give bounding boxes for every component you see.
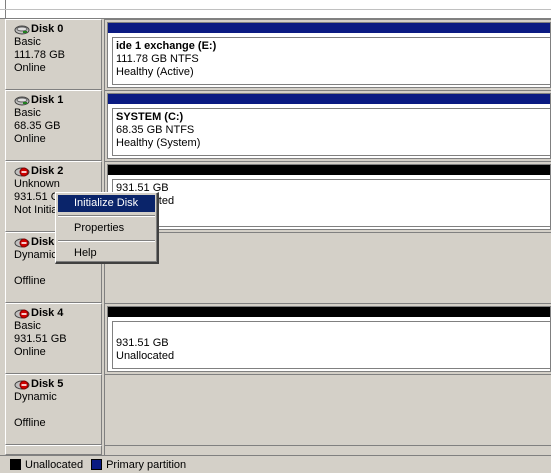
disk-error-icon: [14, 379, 30, 391]
partition-area: 931.51 GB Unallocated: [104, 303, 551, 374]
legend-item-primary: Primary partition: [91, 459, 186, 471]
disk-row-partial: [5, 445, 551, 455]
volume-info: SYSTEM (C:) 68.35 GB NTFS Healthy (Syste…: [112, 108, 550, 156]
disk-size: 68.35 GB: [14, 120, 61, 132]
volume-size: 68.35 GB NTFS: [116, 124, 195, 136]
volume-info: ide 1 exchange (E:) 111.78 GB NTFS Healt…: [112, 37, 550, 85]
legend-swatch: [91, 459, 103, 470]
disk-size: 111.78 GB: [14, 49, 65, 61]
disk-type: Basic: [14, 36, 41, 48]
primary-partition-band: [108, 23, 550, 33]
volume-health: Healthy (Active): [116, 66, 194, 78]
volume-size: 931.51 GB: [116, 337, 169, 349]
disk-label-5[interactable]: Disk 5 Dynamic Offline: [5, 374, 102, 445]
partition-area: [104, 445, 551, 455]
disk-row-4[interactable]: Disk 4 Basic 931.51 GB Online 931.51 GB …: [5, 303, 551, 374]
volume-health: Unallocated: [116, 350, 175, 362]
disk-label-0[interactable]: Disk 0 Basic 111.78 GB Online: [5, 19, 102, 90]
disk-label-partial: [5, 445, 102, 455]
disk-row-1[interactable]: Disk 1 Basic 68.35 GB Online SYSTEM (C:)…: [5, 90, 551, 161]
disk-status: Offline: [14, 275, 46, 287]
disk-status: Online: [14, 62, 46, 74]
disk-name: Disk 5: [14, 378, 101, 391]
disk-icon: [14, 24, 30, 36]
menu-item-properties[interactable]: Properties: [58, 220, 155, 237]
divider: [0, 9, 551, 10]
volume-block[interactable]: SYSTEM (C:) 68.35 GB NTFS Healthy (Syste…: [107, 93, 551, 159]
volume-health: Healthy (System): [116, 137, 201, 149]
disk-label-1[interactable]: Disk 1 Basic 68.35 GB Online: [5, 90, 102, 161]
disk-name: Disk 4: [14, 307, 101, 320]
volume-info: 931.51 GB Unallocated: [112, 321, 550, 369]
partition-area: ide 1 exchange (E:) 111.78 GB NTFS Healt…: [104, 19, 551, 90]
volume-name: ide 1 exchange (E:): [116, 40, 217, 52]
volume-block[interactable]: ide 1 exchange (E:) 111.78 GB NTFS Healt…: [107, 22, 551, 88]
partition-area: [104, 232, 551, 303]
volume-block[interactable]: 931.51 GB Unallocated: [107, 164, 551, 230]
disk-name: Disk 1: [14, 94, 101, 107]
partition-area: [104, 374, 551, 445]
disk-type: Basic: [14, 320, 41, 332]
partition-area: 931.51 GB Unallocated: [104, 161, 551, 232]
unallocated-band: [108, 307, 550, 317]
disk-status: Online: [14, 346, 46, 358]
disk-error-icon: [14, 237, 30, 249]
partition-area: SYSTEM (C:) 68.35 GB NTFS Healthy (Syste…: [104, 90, 551, 161]
disk-type: Unknown: [14, 178, 60, 190]
menu-separator: [58, 240, 155, 242]
disk-icon: [14, 95, 30, 107]
primary-partition-band: [108, 94, 550, 104]
disk-name: Disk 0: [14, 23, 101, 36]
top-strip: [0, 0, 551, 19]
disk-error-icon: [14, 166, 30, 178]
unallocated-band: [108, 165, 550, 175]
disk-type: Dynamic: [14, 391, 57, 403]
disk-status: Offline: [14, 417, 46, 429]
disk-error-icon: [14, 308, 30, 320]
disk-status: Online: [14, 133, 46, 145]
menu-item-initialize-disk[interactable]: Initialize Disk: [58, 195, 155, 212]
volume-info: 931.51 GB Unallocated: [112, 179, 550, 227]
context-menu: Initialize Disk Properties Help: [55, 192, 159, 264]
menu-item-help[interactable]: Help: [58, 245, 155, 262]
volume-name: SYSTEM (C:): [116, 111, 184, 123]
legend-bar: Unallocated Primary partition: [0, 455, 551, 473]
legend-swatch: [10, 459, 21, 470]
legend-item-unallocated: Unallocated: [10, 459, 83, 471]
disk-size: [14, 404, 101, 417]
volume-health: Unallocated: [116, 195, 550, 208]
volume-size: 111.78 GB NTFS: [116, 53, 199, 65]
volume-block[interactable]: 931.51 GB Unallocated: [107, 306, 551, 372]
disk-row-5[interactable]: Disk 5 Dynamic Offline: [5, 374, 551, 445]
disk-row-0[interactable]: Disk 0 Basic 111.78 GB Online ide 1 exch…: [5, 19, 551, 90]
disk-type: Basic: [14, 107, 41, 119]
disk-size: 931.51 GB: [14, 333, 67, 345]
disk-name: Disk 2: [14, 165, 101, 178]
menu-separator: [58, 215, 155, 217]
volume-size: 931.51 GB: [116, 182, 169, 194]
disk-label-4[interactable]: Disk 4 Basic 931.51 GB Online: [5, 303, 102, 374]
